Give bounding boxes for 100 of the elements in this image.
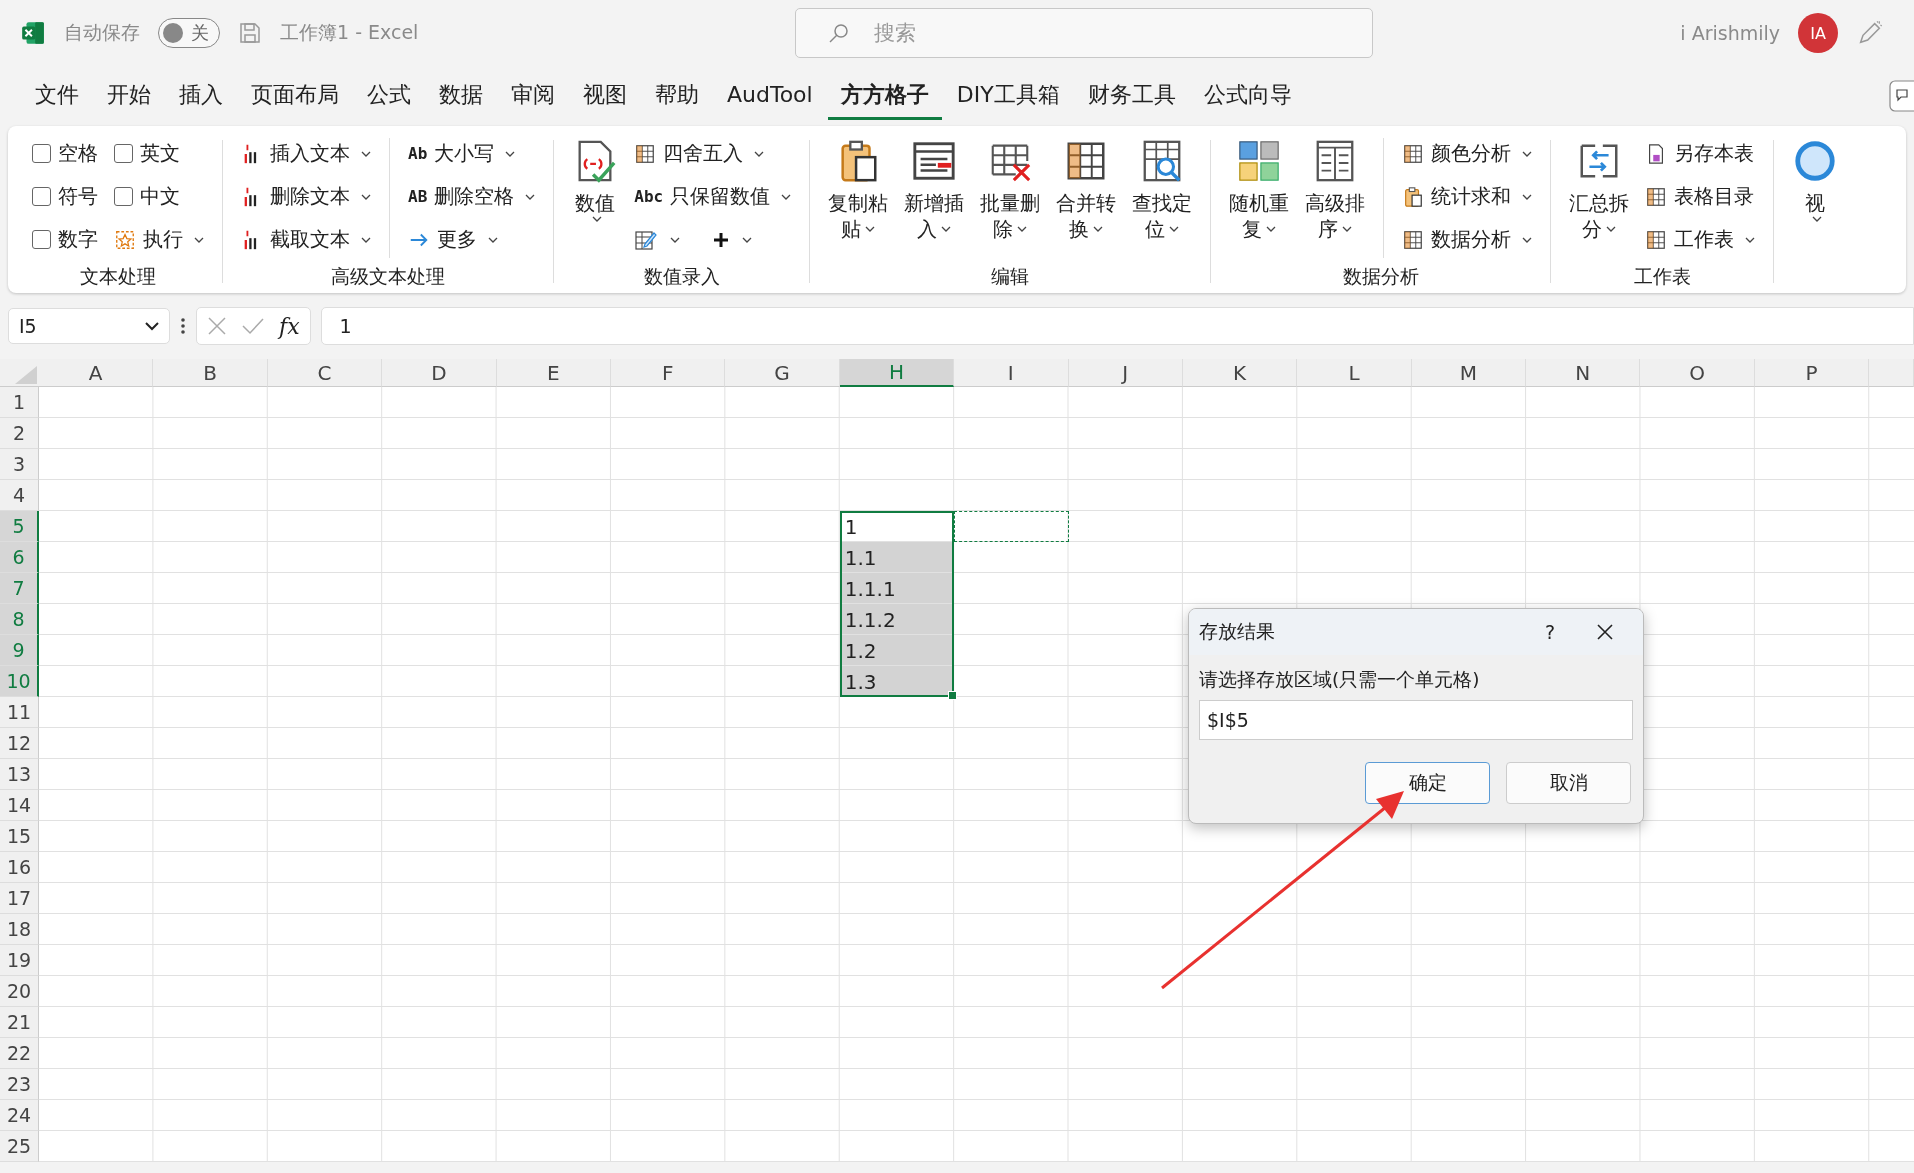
help-button[interactable]: ?	[1544, 621, 1555, 643]
save-icon[interactable]	[238, 21, 262, 45]
ribbon-button[interactable]: 新增插 入	[898, 132, 971, 242]
row-header[interactable]: 22	[0, 1038, 39, 1069]
avatar[interactable]: IA	[1798, 13, 1838, 53]
column-header[interactable]: C	[267, 359, 383, 387]
ribbon-button[interactable]: 另存本表	[1639, 132, 1762, 175]
checkbox[interactable]: 中文	[108, 175, 210, 218]
menu-tab[interactable]: 数据	[426, 72, 496, 120]
column-header[interactable]: L	[1297, 359, 1412, 387]
insert-function-button[interactable]: fx	[279, 313, 300, 339]
row-header[interactable]: 3	[0, 449, 39, 480]
row-header[interactable]: 15	[0, 821, 39, 852]
column-header[interactable]: J	[1068, 359, 1183, 387]
ribbon-button[interactable]: Ab 大小写	[402, 132, 542, 175]
column-header[interactable]: G	[725, 359, 840, 387]
row-header[interactable]: 24	[0, 1100, 39, 1131]
cancel-icon[interactable]	[207, 316, 227, 336]
dialog-button[interactable]: 取消	[1506, 762, 1631, 804]
column-header[interactable]: B	[153, 359, 268, 387]
ribbon-button[interactable]: 执行	[108, 218, 210, 261]
cell[interactable]: 1.1	[839, 542, 955, 573]
column-header[interactable]: D	[382, 359, 497, 387]
menu-tab[interactable]: 审阅	[498, 72, 568, 120]
ribbon-button[interactable]: 表格目录	[1639, 175, 1762, 218]
ribbon-button[interactable]: 数据分析	[1396, 218, 1539, 261]
ribbon-button[interactable]: 四舍五入	[628, 132, 798, 175]
more-options-icon[interactable]	[180, 316, 186, 336]
menu-tab[interactable]: 帮助	[642, 72, 712, 120]
column-header[interactable]: N	[1526, 359, 1641, 387]
column-header[interactable]: I	[954, 359, 1069, 387]
excel-logo-icon[interactable]	[20, 20, 46, 46]
row-header[interactable]: 14	[0, 790, 39, 821]
ribbon-button[interactable]: 视	[1786, 132, 1845, 222]
menu-tab[interactable]: 视图	[570, 72, 640, 120]
pen-icon[interactable]	[1856, 19, 1884, 47]
input-field[interactable]: $I$5	[1199, 700, 1633, 740]
ribbon-button[interactable]: 截取文本	[235, 218, 377, 261]
checkbox[interactable]: 符号	[26, 175, 104, 218]
row-header[interactable]: 17	[0, 883, 39, 914]
close-icon[interactable]	[1595, 622, 1615, 642]
ribbon-button[interactable]: 汇总拆 分	[1563, 132, 1636, 242]
formula-input[interactable]: 1	[320, 307, 1914, 345]
row-header[interactable]: 11	[0, 697, 39, 728]
ribbon-button[interactable]: 数值	[566, 132, 625, 222]
row-header[interactable]: 6	[0, 542, 39, 573]
menu-tab[interactable]: AudTool	[714, 72, 826, 120]
column-header[interactable]: E	[496, 359, 611, 387]
row-header[interactable]: 20	[0, 976, 39, 1007]
row-header[interactable]: 8	[0, 604, 39, 635]
row-header[interactable]: 7	[0, 573, 39, 604]
search-field[interactable]: 搜索	[795, 8, 1373, 58]
comment-icon[interactable]	[1888, 79, 1914, 113]
cell[interactable]: 1.2	[839, 635, 955, 666]
column-header[interactable]: P	[1754, 359, 1870, 387]
ribbon-button[interactable]: 查找定 位	[1126, 132, 1199, 242]
column-header[interactable]: H	[839, 359, 955, 387]
cell[interactable]: 1.3	[839, 666, 955, 697]
row-header[interactable]: 10	[0, 666, 39, 697]
ribbon-button[interactable]: 随机重 复	[1223, 132, 1296, 242]
row-header[interactable]: 21	[0, 1007, 39, 1038]
row-header[interactable]: 5	[0, 511, 39, 542]
row-header[interactable]: 19	[0, 945, 39, 976]
ribbon-button[interactable]: 统计求和	[1396, 175, 1539, 218]
row-header[interactable]: 16	[0, 852, 39, 883]
row-header[interactable]: 9	[0, 635, 39, 666]
menu-tab[interactable]: DIY工具箱	[943, 72, 1073, 120]
checkbox[interactable]: 英文	[108, 132, 210, 175]
menu-tab[interactable]: 文件	[22, 72, 92, 120]
ribbon-button[interactable]: 颜色分析	[1396, 132, 1539, 175]
cell[interactable]: 1.1.1	[839, 573, 955, 604]
column-header[interactable]: A	[39, 359, 154, 387]
row-header[interactable]: 12	[0, 728, 39, 759]
row-header[interactable]: 25	[0, 1131, 39, 1162]
row-header[interactable]: 2	[0, 418, 39, 449]
column-header[interactable]: K	[1182, 359, 1298, 387]
checkbox[interactable]: 空格	[26, 132, 104, 175]
menu-tab[interactable]: 公式	[354, 72, 424, 120]
ribbon-button[interactable]: 合并转 换	[1050, 132, 1123, 242]
ribbon-button[interactable]: 更多	[402, 218, 542, 261]
ribbon-button[interactable]: 批量删 除	[974, 132, 1047, 242]
menu-tab[interactable]: 页面布局	[238, 72, 352, 120]
menu-tab[interactable]: 公式向导	[1190, 72, 1305, 120]
checkbox[interactable]: 数字	[26, 218, 104, 261]
ribbon-button[interactable]: 工作表	[1639, 218, 1762, 261]
column-header[interactable]: M	[1411, 359, 1527, 387]
autosave-toggle[interactable]: 关	[158, 18, 220, 48]
menu-tab[interactable]: 方方格子	[827, 72, 942, 120]
cell[interactable]: 1.1.2	[839, 604, 955, 635]
ribbon-button[interactable]: 插入文本	[235, 132, 377, 175]
ribbon-button[interactable]: 复制粘 贴	[822, 132, 895, 242]
row-header[interactable]: 4	[0, 480, 39, 511]
ribbon-button[interactable]: 高级排 序	[1299, 132, 1372, 242]
row-header[interactable]: 18	[0, 914, 39, 945]
check-icon[interactable]	[241, 316, 265, 336]
ribbon-button[interactable]: 删除文本	[235, 175, 377, 218]
row-header[interactable]: 23	[0, 1069, 39, 1100]
menu-tab[interactable]: 开始	[94, 72, 164, 120]
dialog-button[interactable]: 确定	[1365, 762, 1490, 804]
row-header[interactable]: 1	[0, 387, 39, 418]
